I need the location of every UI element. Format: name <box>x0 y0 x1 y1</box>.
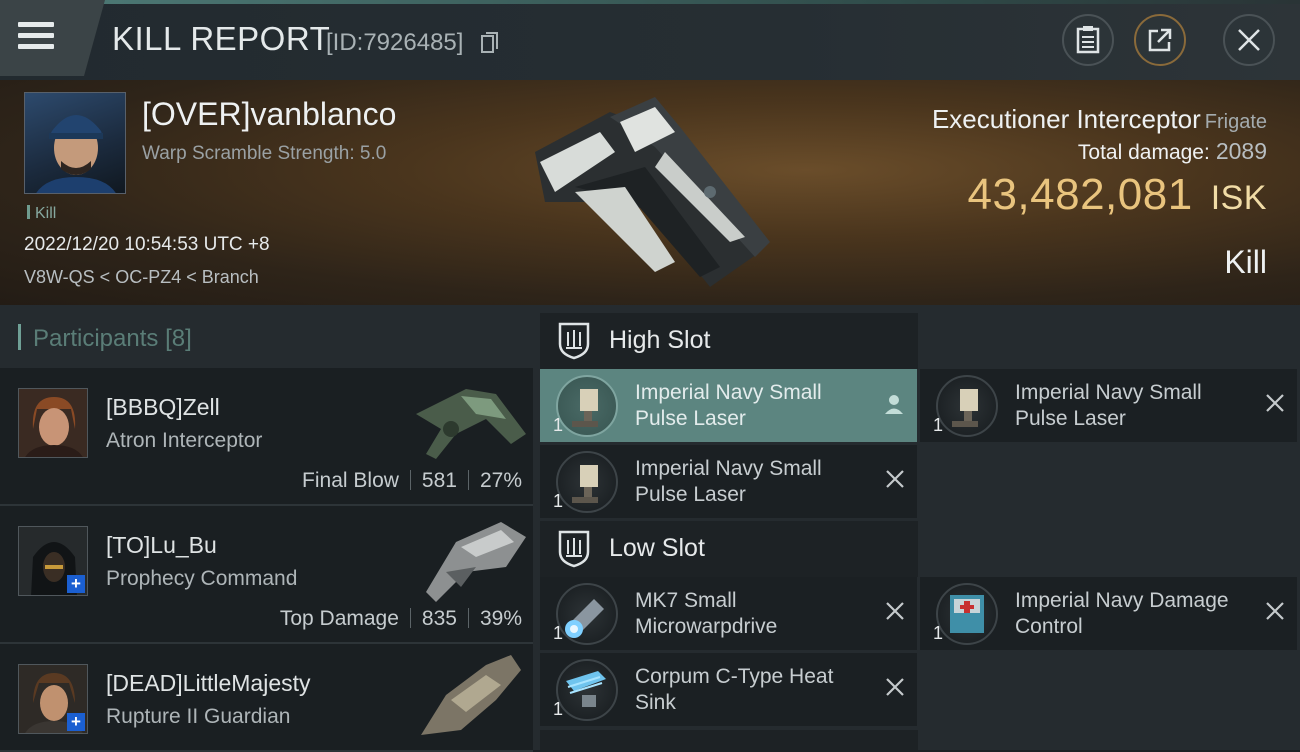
participant-role: Final Blow <box>302 469 399 492</box>
pulse-laser-icon <box>936 375 998 437</box>
isk-value: 43,482,081 ISK <box>967 170 1267 219</box>
victim-portrait[interactable] <box>24 92 126 194</box>
victim-ship-image[interactable] <box>515 92 780 292</box>
high-slot-header: High Slot <box>540 313 918 369</box>
module-quantity: 1 <box>553 699 564 719</box>
module-quantity: 1 <box>553 623 564 643</box>
kill-result: Kill <box>1224 244 1267 280</box>
participants-count: [8] <box>165 325 192 352</box>
kill-datetime: 2022/12/20 10:54:53 UTC +8 <box>24 234 270 255</box>
top-accent-line <box>0 0 1300 4</box>
microwarpdrive-icon <box>556 583 618 645</box>
module-name: MK7 Small Microwarpdrive <box>635 589 778 638</box>
pilot-portrait-icon <box>19 389 87 457</box>
total-damage-value: 2089 <box>1215 138 1267 164</box>
person-icon[interactable] <box>883 393 905 415</box>
destroyed-x-icon <box>886 602 904 620</box>
module-item[interactable]: 1 Imperial Navy Small Pulse Laser <box>540 369 917 442</box>
low-slot-title: Low Slot <box>609 534 705 562</box>
module-name: Corpum C-Type Heat Sink <box>635 665 834 714</box>
module-name: Imperial Navy Small Pulse Laser <box>635 457 822 506</box>
module-quantity: 1 <box>933 415 944 435</box>
warp-scramble-strength: Warp Scramble Strength: 5.0 <box>142 143 387 164</box>
participant-avatar: + <box>18 526 88 596</box>
damage-control-icon <box>936 583 998 645</box>
share-icon <box>1148 28 1172 52</box>
participant-row[interactable]: [BBBQ]Zell Atron Interceptor Final Blow 5… <box>0 368 533 506</box>
plus-badge-icon: + <box>67 713 85 731</box>
participant-ship-image <box>421 655 521 735</box>
participant-ship-image <box>426 522 526 602</box>
total-damage: Total damage: 2089 <box>1077 138 1267 164</box>
kill-tag: Kill <box>27 205 56 223</box>
participant-percent: 39% <box>479 607 522 630</box>
participant-stats: Top Damage 835 39% <box>280 607 522 631</box>
low-slot-header: Low Slot <box>540 521 918 577</box>
close-icon <box>1238 29 1260 51</box>
participant-damage: 581 <box>421 469 457 492</box>
destroyed-x-icon <box>1266 602 1284 620</box>
participant-ship-image <box>416 389 526 459</box>
participant-name: [BBBQ]Zell <box>106 394 220 420</box>
module-quantity: 1 <box>933 623 944 643</box>
module-name: Imperial Navy Small Pulse Laser <box>1015 381 1202 430</box>
module-item[interactable]: 1 Corpum C-Type Heat Sink <box>540 653 917 726</box>
module-quantity: 1 <box>553 415 564 435</box>
low-slot-icon <box>558 530 590 568</box>
victim-ship-name[interactable]: Executioner Interceptor Frigate <box>932 104 1267 135</box>
pulse-laser-icon <box>556 451 618 513</box>
isk-unit: ISK <box>1210 179 1267 217</box>
participant-name: [DEAD]LittleMajesty <box>106 670 311 696</box>
module-item[interactable]: 1 Imperial Navy Small Pulse Laser <box>920 369 1297 442</box>
participant-role: Top Damage <box>279 607 399 630</box>
ship-class: Frigate <box>1204 111 1267 133</box>
participant-row[interactable]: + [DEAD]LittleMajesty Rupture II Guardia… <box>0 644 533 752</box>
participant-avatar: + <box>18 664 88 734</box>
module-quantity: 1 <box>553 491 564 511</box>
pulse-laser-icon <box>556 375 618 437</box>
participant-avatar <box>18 388 88 458</box>
clipboard-button[interactable] <box>1062 14 1114 66</box>
copy-icon[interactable] <box>481 32 499 54</box>
high-slot-icon <box>558 322 590 360</box>
destroyed-x-icon <box>886 678 904 696</box>
report-id: [ID:7926485] <box>326 29 464 56</box>
destroyed-x-icon <box>1266 394 1284 412</box>
participant-ship: Prophecy Command <box>106 567 298 590</box>
participant-ship: Atron Interceptor <box>106 429 263 452</box>
victim-name[interactable]: [OVER]vanblanco <box>142 96 396 133</box>
participant-name: [TO]Lu_Bu <box>106 532 217 558</box>
plus-badge-icon: + <box>67 575 85 593</box>
module-name: Imperial Navy Damage Control <box>1015 589 1229 638</box>
next-slot-header <box>540 730 918 750</box>
hamburger-menu-icon[interactable] <box>18 22 54 52</box>
kill-location[interactable]: V8W-QS < OC-PZ4 < Branch <box>24 267 259 288</box>
participant-percent: 27% <box>479 469 522 492</box>
participant-damage: 835 <box>421 607 457 630</box>
participant-stats: Final Blow 581 27% <box>302 469 522 493</box>
heat-sink-icon <box>556 659 618 721</box>
clipboard-icon <box>1076 26 1100 54</box>
page-title: KILL REPORT <box>112 20 331 57</box>
module-name: Imperial Navy Small Pulse Laser <box>635 381 822 430</box>
pilot-portrait-icon <box>36 115 116 193</box>
high-slot-title: High Slot <box>609 326 711 354</box>
module-item[interactable]: 1 MK7 Small Microwarpdrive <box>540 577 917 650</box>
share-button[interactable] <box>1134 14 1186 66</box>
participant-row[interactable]: + [TO]Lu_Bu Prophecy Command Top Damage 8… <box>0 506 533 644</box>
participant-ship: Rupture II Guardian <box>106 705 291 728</box>
participants-header: Participants [8] <box>18 324 192 353</box>
module-item[interactable]: 1 Imperial Navy Damage Control <box>920 577 1297 650</box>
destroyed-x-icon <box>886 470 904 488</box>
module-item[interactable]: 1 Imperial Navy Small Pulse Laser <box>540 445 917 518</box>
close-button[interactable] <box>1223 14 1275 66</box>
